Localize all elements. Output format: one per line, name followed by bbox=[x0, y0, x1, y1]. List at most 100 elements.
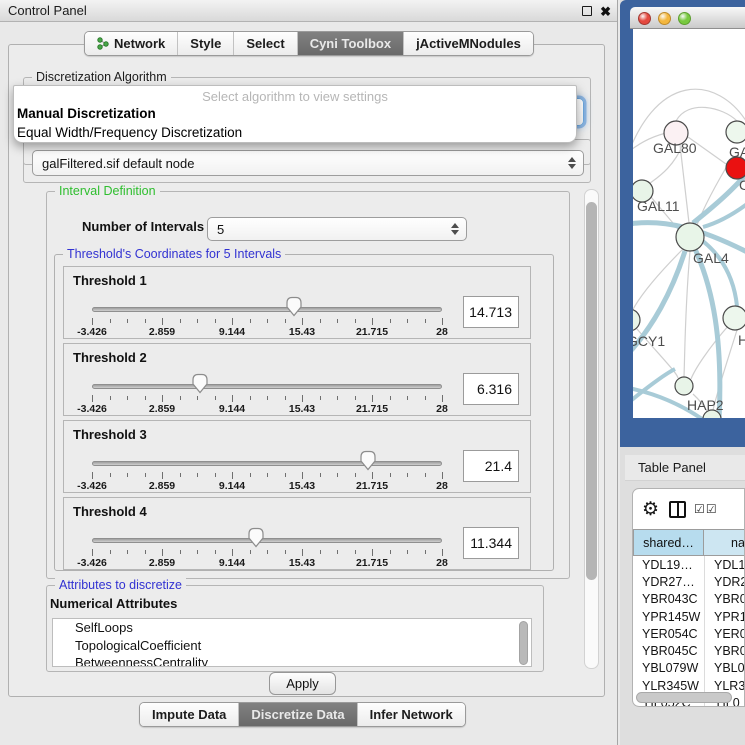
table-cell[interactable]: YER0 bbox=[704, 625, 745, 642]
network-node[interactable] bbox=[726, 121, 745, 143]
threshold-slider-track[interactable] bbox=[92, 538, 442, 543]
numerical-attributes-label: Numerical Attributes bbox=[50, 596, 177, 611]
table-body: YDL19…YDL1YDR27…YDR2YBR043CYBR0YPR145WYP… bbox=[633, 556, 745, 707]
slider-handle[interactable] bbox=[358, 450, 378, 471]
list-scrollbar-thumb[interactable] bbox=[519, 621, 528, 665]
slider-handle[interactable] bbox=[246, 527, 266, 548]
zoom-traffic-light-icon[interactable] bbox=[678, 12, 691, 25]
tab-style[interactable]: Style bbox=[178, 32, 234, 55]
checkbox-icon[interactable]: ☑ bbox=[694, 503, 705, 515]
network-edge-thick[interactable] bbox=[695, 249, 720, 418]
node-label: GAL4 bbox=[693, 250, 729, 266]
table-cell[interactable]: YDL19… bbox=[633, 556, 704, 573]
table-hscrollbar-thumb[interactable] bbox=[636, 692, 732, 703]
minimize-traffic-light-icon[interactable] bbox=[658, 12, 671, 25]
attribute-list-item[interactable]: SelfLoops bbox=[53, 619, 531, 637]
table-row[interactable]: YBL079WYBL0 bbox=[633, 660, 745, 677]
attribute-list-item[interactable]: BetweennessCentrality bbox=[53, 654, 531, 667]
table-cell[interactable]: YBR043C bbox=[633, 591, 704, 608]
tick-mark bbox=[442, 472, 443, 479]
threshold-slider-track[interactable] bbox=[92, 307, 442, 312]
table-cell[interactable]: YPR1 bbox=[704, 608, 745, 625]
network-node-hap2[interactable] bbox=[675, 377, 693, 395]
tick-mark bbox=[250, 396, 251, 400]
table-data-combo[interactable]: galFiltered.sif default node bbox=[32, 150, 584, 176]
gear-icon[interactable]: ⚙ bbox=[642, 500, 659, 519]
threshold-value-field[interactable]: 6.316 bbox=[463, 373, 519, 405]
network-node-h[interactable] bbox=[723, 306, 745, 330]
slider-handle[interactable] bbox=[284, 296, 304, 317]
threshold-slider-track[interactable] bbox=[92, 461, 442, 466]
network-window-titlebar[interactable] bbox=[630, 7, 745, 29]
network-edge[interactable] bbox=[684, 251, 690, 377]
table-row[interactable]: YDL19…YDL1 bbox=[633, 556, 745, 573]
node-label: HAP2 bbox=[687, 397, 724, 413]
tab-network[interactable]: Network bbox=[85, 32, 178, 55]
tab-select[interactable]: Select bbox=[234, 32, 297, 55]
tick-label: 21.715 bbox=[356, 403, 388, 415]
threshold-panel: Threshold 4-3.4262.8599.14415.4321.71528… bbox=[63, 497, 531, 570]
table-cell[interactable]: YER054C bbox=[633, 625, 704, 642]
column-header-name[interactable]: na bbox=[704, 529, 745, 556]
network-edge[interactable] bbox=[676, 107, 737, 121]
slider-ticks bbox=[92, 395, 442, 403]
network-node-gcy1[interactable] bbox=[633, 309, 640, 331]
tick-mark bbox=[407, 396, 408, 400]
tick-mark bbox=[127, 396, 128, 400]
panel-scrollbar-thumb[interactable] bbox=[586, 202, 597, 580]
table-cell[interactable]: YBR0 bbox=[704, 591, 745, 608]
num-intervals-combo[interactable]: 5 bbox=[207, 217, 467, 241]
network-edge[interactable] bbox=[680, 145, 689, 223]
popup-item[interactable]: Equal Width/Frequency Discretization bbox=[14, 123, 576, 142]
column-header-shared[interactable]: shared… bbox=[633, 529, 704, 556]
network-edge-thick[interactable] bbox=[703, 201, 745, 227]
table-cell[interactable]: YDL1 bbox=[704, 556, 745, 573]
tick-mark bbox=[302, 549, 303, 556]
apply-button[interactable]: Apply bbox=[269, 672, 336, 695]
tab-jactivemnodules[interactable]: jActiveMNodules bbox=[404, 32, 533, 55]
table-row[interactable]: YER054CYER0 bbox=[633, 625, 745, 642]
attribute-list-item[interactable]: TopologicalCoefficient bbox=[53, 637, 531, 655]
tab-impute-data[interactable]: Impute Data bbox=[140, 703, 239, 726]
panel-scrollbar[interactable] bbox=[584, 189, 599, 669]
tick-mark bbox=[320, 550, 321, 554]
table-cell[interactable]: YDR27… bbox=[633, 573, 704, 590]
table-cell[interactable]: YDR2 bbox=[704, 573, 745, 590]
slider-handle[interactable] bbox=[190, 373, 210, 394]
float-window-icon[interactable] bbox=[582, 6, 592, 16]
network-canvas[interactable]: GAL80GACGAL11GAL4GCY1HHAP2 bbox=[633, 29, 745, 418]
network-node-gal4[interactable] bbox=[676, 223, 704, 251]
tab-infer-network[interactable]: Infer Network bbox=[358, 703, 465, 726]
popup-item[interactable]: Manual Discretization bbox=[14, 104, 576, 123]
threshold-value-field[interactable]: 14.713 bbox=[463, 296, 519, 328]
algorithm-dropdown-popup: Select algorithm to view settings Manual… bbox=[13, 85, 577, 143]
checkbox-icon[interactable]: ☑ bbox=[706, 503, 717, 515]
table-row[interactable]: YPR145WYPR1 bbox=[633, 608, 745, 625]
network-node[interactable] bbox=[726, 157, 745, 179]
table-row[interactable]: YBR045CYBR0 bbox=[633, 642, 745, 659]
tick-mark bbox=[390, 319, 391, 323]
numerical-attributes-list[interactable]: SelfLoopsTopologicalCoefficientBetweenne… bbox=[52, 618, 532, 667]
tick-mark bbox=[285, 473, 286, 477]
table-row[interactable]: YBR043CYBR0 bbox=[633, 591, 745, 608]
table-row[interactable]: YDR27…YDR2 bbox=[633, 573, 745, 590]
tick-mark bbox=[442, 549, 443, 556]
close-traffic-light-icon[interactable] bbox=[638, 12, 651, 25]
threshold-slider-track[interactable] bbox=[92, 384, 442, 389]
close-icon[interactable]: ✖ bbox=[600, 5, 611, 18]
threshold-value-field[interactable]: 21.4 bbox=[463, 450, 519, 482]
table-cell[interactable]: YBL079W bbox=[633, 660, 704, 677]
tab-discretize-data[interactable]: Discretize Data bbox=[239, 703, 357, 726]
network-edge[interactable] bbox=[691, 325, 729, 379]
table-cell[interactable]: YBR0 bbox=[704, 642, 745, 659]
split-columns-icon[interactable] bbox=[669, 501, 686, 518]
table-cell[interactable]: YPR145W bbox=[633, 608, 704, 625]
threshold-value-field[interactable]: 11.344 bbox=[463, 527, 519, 559]
tick-label: -3.426 bbox=[77, 480, 107, 492]
table-cell[interactable]: YBL0 bbox=[704, 660, 745, 677]
tab-cyni-toolbox[interactable]: Cyni Toolbox bbox=[298, 32, 404, 55]
tick-label: 2.859 bbox=[149, 480, 175, 492]
tick-mark bbox=[390, 396, 391, 400]
table-cell[interactable]: YBR045C bbox=[633, 642, 704, 659]
tick-mark bbox=[215, 550, 216, 554]
